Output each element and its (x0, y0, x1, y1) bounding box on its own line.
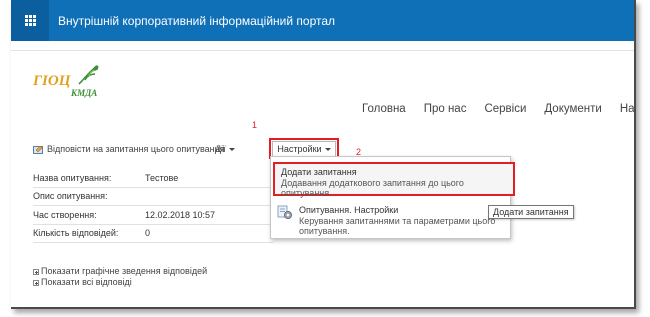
waffle-icon (24, 15, 36, 26)
settings-label: Настройки (277, 143, 322, 154)
property-key: Час створення: (33, 209, 97, 220)
property-row: Кількість відповідей: 0 (33, 225, 273, 243)
actions-label: Дії (215, 144, 226, 154)
browser-frame: Внутрішній корпоративний інформаційний п… (11, 0, 636, 309)
survey-toolbar: Відповісти на запитання цього опитування (33, 141, 224, 157)
expand-icon (33, 268, 39, 275)
menu-item-description: Керування запитаннями та параметрами цьо… (299, 216, 496, 236)
top-navigation: Головна Про нас Сервіси Документи Наше ж (362, 103, 634, 115)
respond-survey-icon (33, 145, 43, 154)
site-logo[interactable]: ГІОЦ КМДА (33, 62, 113, 102)
all-responses-label: Показати всі відповіді (41, 277, 132, 287)
chevron-down-icon (324, 147, 331, 151)
property-row: Час створення: 12.02.2018 10:57 (33, 206, 273, 225)
property-row: Назва опитування: Тестове (33, 169, 273, 188)
menu-item-survey-settings[interactable]: Опитування. Настройки Керування запитанн… (275, 202, 507, 236)
respond-survey-link[interactable]: Відповісти на запитання цього опитування (47, 144, 224, 154)
settings-menu-button[interactable]: Настройки (272, 140, 336, 157)
bottom-links: Показати графічне зведення відповідей По… (33, 266, 207, 288)
ribbon-strip (11, 41, 634, 51)
property-key: Кількість відповідей: (33, 228, 119, 239)
nav-item-documents[interactable]: Документи (544, 103, 601, 115)
property-key: Назва опитування: (33, 172, 112, 183)
survey-properties: Назва опитування: Тестове Опис опитуванн… (33, 169, 273, 243)
app-launcher-button[interactable] (11, 0, 49, 41)
wheat-leaf-icon (78, 65, 99, 85)
property-value: 12.02.2018 10:57 (145, 209, 216, 220)
settings-gear-icon (277, 205, 292, 219)
property-value: 0 (145, 228, 151, 239)
portal-title[interactable]: Внутрішній корпоративний інформаційний п… (58, 14, 335, 28)
chevron-down-icon (228, 148, 235, 152)
nav-item-home[interactable]: Головна (362, 103, 406, 115)
logo-subtext: КМДА (71, 88, 98, 98)
graphical-summary-label: Показати графічне зведення відповідей (41, 266, 208, 276)
suite-bar: Внутрішній корпоративний інформаційний п… (11, 0, 634, 41)
property-key: Опис опитування: (33, 191, 108, 202)
nav-item-services[interactable]: Сервіси (484, 103, 526, 115)
menu-item-title: Опитування. Настройки (299, 205, 399, 215)
all-responses-link[interactable]: Показати всі відповіді (33, 277, 207, 288)
expand-icon (33, 279, 39, 286)
graphical-summary-link[interactable]: Показати графічне зведення відповідей (33, 266, 207, 277)
property-value: Тестове (145, 172, 179, 183)
annotation-marker-1: 1 (252, 120, 258, 130)
nav-item-about[interactable]: Про нас (424, 103, 467, 115)
actions-menu[interactable]: Дії (215, 144, 235, 154)
tooltip: Додати запитання (488, 205, 574, 219)
menu-item-title: Додати запитання (281, 167, 357, 177)
menu-item-description: Додавання додаткового запитання до цього… (281, 178, 464, 198)
settings-dropdown-menu: Додати запитання Додавання додаткового з… (270, 156, 515, 239)
property-row: Опис опитування: (33, 188, 273, 206)
logo-text: ГІОЦ (33, 73, 71, 89)
menu-item-add-question[interactable]: Додати запитання Додавання додаткового з… (273, 162, 515, 198)
nav-item-our[interactable]: Наше ж (620, 103, 634, 115)
